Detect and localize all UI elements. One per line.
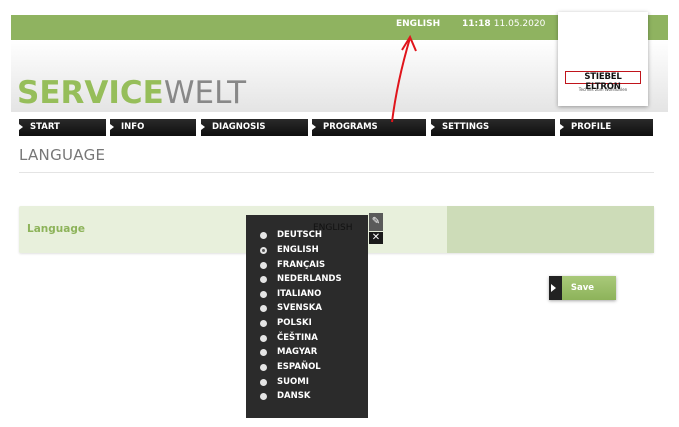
language-option-francais[interactable]: FRANÇAIS (246, 258, 368, 272)
nav-label: START (30, 122, 60, 132)
row-value-area (447, 206, 654, 253)
radio-icon (260, 364, 267, 371)
logo-box: STIEBEL ELTRON Technik zum Wohlfühlen (558, 12, 648, 106)
nav-label: PROFILE (571, 122, 612, 132)
option-label: ČEŠTINA (277, 333, 318, 343)
date-display: 11.05.2020 (493, 19, 546, 29)
brand-title: SERVICEWELT (17, 76, 246, 110)
nav-diagnosis[interactable]: DIAGNOSIS (201, 119, 308, 136)
pencil-icon[interactable]: ✎ (369, 213, 383, 231)
option-label: ITALIANO (277, 289, 322, 299)
radio-icon (260, 349, 267, 356)
language-option-espanol[interactable]: ESPAÑOL (246, 360, 368, 374)
time-display: 11:18 (462, 19, 491, 29)
logo-brand: STIEBEL ELTRON (565, 71, 641, 92)
radio-icon (260, 379, 267, 386)
language-option-english[interactable]: ENGLISH (246, 243, 368, 257)
logo-tagline: Technik zum Wohlfühlen (578, 87, 628, 92)
nav-profile[interactable]: PROFILE (560, 119, 653, 136)
radio-icon (260, 262, 267, 269)
brand-part-service: SERVICE (17, 75, 164, 111)
radio-icon (260, 393, 267, 400)
language-option-dansk[interactable]: DANSK (246, 389, 368, 403)
option-label: SUOMI (277, 377, 309, 387)
arrow-right-icon (549, 276, 562, 300)
annotation-arrow-icon (391, 34, 417, 123)
language-dropdown: DEUTSCH ENGLISH FRANÇAIS NEDERLANDS ITAL… (246, 215, 368, 418)
radio-selected-icon (260, 247, 267, 254)
nav-info[interactable]: INFO (110, 119, 196, 136)
language-option-svenska[interactable]: SVENSKA (246, 301, 368, 315)
nav-label: INFO (121, 122, 145, 132)
nav-label: PROGRAMS (323, 122, 378, 132)
radio-icon (260, 276, 267, 283)
language-label: Language (27, 223, 85, 235)
nav-start[interactable]: START (19, 119, 106, 136)
nav-label: DIAGNOSIS (212, 122, 266, 132)
language-current-value: ENGLISH (313, 223, 353, 233)
option-label: DANSK (277, 391, 311, 401)
brand-part-welt: WELT (163, 75, 247, 111)
current-language-indicator[interactable]: ENGLISH (396, 19, 440, 29)
radio-icon (260, 305, 267, 312)
save-label: Save (570, 283, 595, 293)
save-button[interactable]: Save (549, 276, 616, 300)
datetime: 11:18 11.05.2020 (462, 19, 545, 29)
language-option-nederlands[interactable]: NEDERLANDS (246, 272, 368, 286)
option-label: ENGLISH (277, 245, 319, 255)
nav-label: SETTINGS (442, 122, 490, 132)
language-option-cestina[interactable]: ČEŠTINA (246, 331, 368, 345)
language-option-suomi[interactable]: SUOMI (246, 375, 368, 389)
radio-icon (260, 335, 267, 342)
option-label: MAGYAR (277, 347, 318, 357)
option-label: ESPAÑOL (277, 362, 321, 372)
page-title: LANGUAGE (19, 146, 106, 164)
language-option-polski[interactable]: POLSKI (246, 316, 368, 330)
radio-icon (260, 320, 267, 327)
option-label: SVENSKA (277, 303, 322, 313)
radio-icon (260, 232, 267, 239)
option-label: NEDERLANDS (277, 274, 342, 284)
option-label: POLSKI (277, 318, 312, 328)
divider (19, 172, 654, 173)
option-label: FRANÇAIS (277, 260, 326, 270)
radio-icon (260, 291, 267, 298)
language-option-magyar[interactable]: MAGYAR (246, 345, 368, 359)
nav-settings[interactable]: SETTINGS (431, 119, 555, 136)
language-option-italiano[interactable]: ITALIANO (246, 287, 368, 301)
close-icon[interactable]: ✕ (369, 232, 383, 244)
